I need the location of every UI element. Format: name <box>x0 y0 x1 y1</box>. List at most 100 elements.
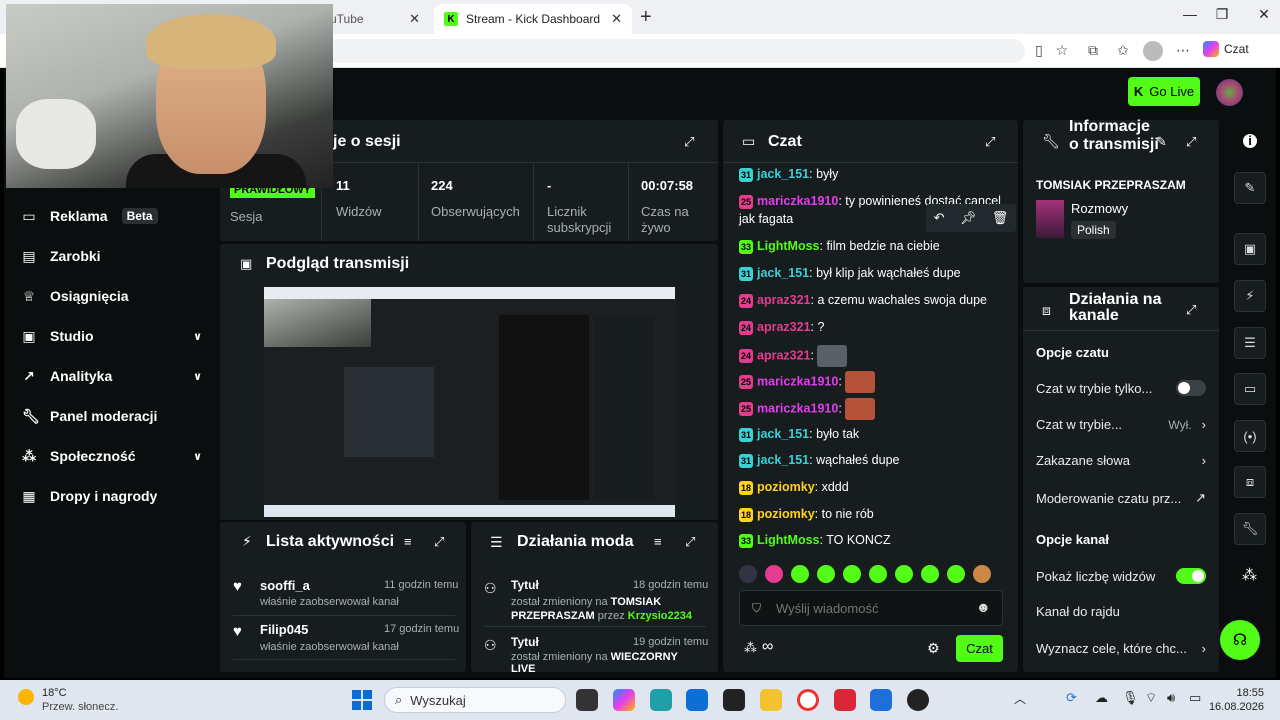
option-raid-channel[interactable]: Kanał do rajdu <box>1036 604 1206 619</box>
chat-send-button[interactable]: Czat <box>956 635 1003 662</box>
chat-username[interactable]: mariczka1910 <box>757 401 838 415</box>
chat-username[interactable]: apraz321 <box>757 293 811 307</box>
sidebar-item-studio[interactable]: ▣ Studio ∨ <box>22 326 202 346</box>
chat-username[interactable]: poziomky <box>757 507 815 521</box>
info-icon[interactable]: i <box>1243 134 1257 148</box>
rail-channel-icon[interactable]: ⧈ <box>1234 466 1266 498</box>
emoji-icon[interactable]: ☻ <box>976 599 991 615</box>
obs-icon[interactable] <box>907 689 929 711</box>
points-icon[interactable]: ⁂ <box>744 640 757 656</box>
sync-icon[interactable]: ⟳ <box>1066 690 1077 706</box>
option-chat-moderation[interactable]: Moderowanie czatu prz... ↗ <box>1036 490 1206 506</box>
volume-icon[interactable]: 🔊︎ <box>1167 690 1175 706</box>
cloud-icon[interactable]: ☁ <box>1095 690 1108 706</box>
filter-icon[interactable]: ≡ <box>404 534 412 549</box>
emote-icon[interactable] <box>765 565 783 583</box>
chat-message[interactable]: 24 apraz321: ? <box>739 318 1009 336</box>
chat-username[interactable]: poziomky <box>757 480 815 494</box>
copilot-app-icon[interactable] <box>613 689 635 711</box>
taskbar-search[interactable]: ⌕ Wyszukaj <box>384 687 566 713</box>
outlook-icon[interactable] <box>870 689 892 711</box>
toggle-off[interactable] <box>1176 380 1206 396</box>
chat-message[interactable]: 24 apraz321: a czemu wachales swoja dupe <box>739 291 1009 309</box>
popout-icon[interactable]: ⤢ <box>985 134 995 150</box>
store-icon[interactable] <box>686 689 708 711</box>
wps-icon[interactable] <box>834 689 856 711</box>
chat-message[interactable]: 18 poziomky: to nie rób <box>739 505 1009 523</box>
support-headset-icon[interactable]: ☊ <box>1220 620 1260 660</box>
emote-icon[interactable] <box>895 565 913 583</box>
chat-message[interactable]: 31 jack_151: było tak <box>739 425 1009 443</box>
folder-icon[interactable] <box>760 689 782 711</box>
option-slow-mode[interactable]: Czat w trybie... Wył. › <box>1036 417 1206 432</box>
emote-icon[interactable] <box>791 565 809 583</box>
rail-preview-icon[interactable]: ▣ <box>1234 233 1266 265</box>
opera-icon[interactable] <box>797 689 819 711</box>
reader-icon[interactable]: ▯ <box>1028 42 1050 59</box>
user-avatar[interactable] <box>1216 79 1243 106</box>
windows-start-icon[interactable] <box>352 690 372 710</box>
chat-message[interactable]: 31 jack_151: był klip jak wąchałeś dupe <box>739 264 1009 282</box>
emote-icon[interactable] <box>739 565 757 583</box>
chat-input-box[interactable]: ⛉ ☻ <box>739 590 1003 626</box>
emote-icon[interactable] <box>817 565 835 583</box>
rail-edit-icon[interactable]: ✎ <box>1234 172 1266 204</box>
chat-username[interactable]: jack_151 <box>757 427 809 441</box>
option-show-viewer-count[interactable]: Pokaż liczbę widzów <box>1036 568 1206 584</box>
chat-username[interactable]: apraz321 <box>757 320 811 334</box>
rail-lightning-icon[interactable]: ⚡︎ <box>1234 280 1266 312</box>
popout-icon[interactable]: ⤢ <box>434 534 444 550</box>
edit-icon[interactable]: ✎ <box>1156 134 1167 150</box>
clock-time[interactable]: 18:55 <box>1224 687 1264 699</box>
edge-icon[interactable] <box>650 689 672 711</box>
go-live-button[interactable]: K Go Live <box>1128 77 1200 106</box>
chat-message[interactable]: 25 mariczka1910: <box>739 371 1009 393</box>
wifi-icon[interactable]: ⌔ <box>1145 690 1157 706</box>
chat-username[interactable]: mariczka1910 <box>757 374 838 388</box>
chat-message[interactable]: 24 apraz321: <box>739 345 1009 367</box>
pin-icon[interactable]: 📌︎ <box>960 210 977 226</box>
more-menu-icon[interactable]: ⋯ <box>1172 42 1194 59</box>
sidebar-item-analityka[interactable]: ↗ Analityka ∨ <box>22 366 202 386</box>
chat-username[interactable]: jack_151 <box>757 453 809 467</box>
emote-icon[interactable] <box>869 565 887 583</box>
copilot-button[interactable]: Czat <box>1203 41 1249 57</box>
close-icon[interactable]: ✕ <box>409 11 420 27</box>
chat-input[interactable] <box>776 597 966 619</box>
chat-message[interactable]: 18 poziomky: xddd <box>739 478 1009 496</box>
rail-chat-icon[interactable]: ▭ <box>1234 373 1266 405</box>
option-followers-only[interactable]: Czat w trybie tylko... <box>1036 380 1206 396</box>
sidebar-item-spolecznosc[interactable]: ⁂ Społeczność ∨ <box>22 446 202 466</box>
chat-username[interactable]: jack_151 <box>757 266 809 280</box>
chat-message[interactable]: 33 LightMoss: film bedzie na ciebie <box>739 237 1009 255</box>
rail-list-icon[interactable]: ☰ <box>1234 327 1266 359</box>
emote-icon[interactable] <box>843 565 861 583</box>
points-icon[interactable]: ⁂ <box>1242 566 1257 584</box>
popout-icon[interactable]: ⤢ <box>1186 302 1196 318</box>
toggle-on[interactable] <box>1176 568 1206 584</box>
popout-icon[interactable]: ⤢ <box>685 534 695 550</box>
popout-icon[interactable]: ⤢ <box>684 134 694 150</box>
emote-icon[interactable] <box>947 565 965 583</box>
sidebar-item-panel-moderacji[interactable]: 🔧︎ Panel moderacji <box>22 406 202 426</box>
sidebar-item-reklama[interactable]: ▭ Reklama Beta <box>22 206 202 226</box>
rail-wrench-icon[interactable]: 🔧︎ <box>1234 513 1266 545</box>
emote-icon[interactable] <box>921 565 939 583</box>
window-close-icon[interactable]: ✕ <box>1249 6 1279 23</box>
stream-preview-video[interactable] <box>264 287 675 517</box>
chat-username[interactable]: mariczka1910 <box>757 194 838 208</box>
favorite-star-icon[interactable]: ☆ <box>1051 42 1073 59</box>
chat-username[interactable]: LightMoss <box>757 239 820 253</box>
chat-message[interactable]: 31 jack_151: były <box>739 165 1009 183</box>
trash-icon[interactable]: 🗑︎ <box>992 210 1009 226</box>
sidebar-item-osiagniecia[interactable]: ♕ Osiągnięcia <box>22 286 202 306</box>
tray-chevron-icon[interactable]: ︿ <box>1014 690 1026 707</box>
filter-icon[interactable]: ≡ <box>654 534 662 549</box>
extensions-icon[interactable]: ⧉ <box>1082 42 1104 59</box>
new-tab-icon[interactable]: + <box>640 6 652 29</box>
url-input[interactable] <box>325 39 1025 63</box>
maximize-icon[interactable]: ❐ <box>1207 6 1237 23</box>
sidebar-item-zarobki[interactable]: ▤ Zarobki <box>22 246 202 266</box>
browser-tab-kick[interactable]: K Stream - Kick Dashboard ✕ <box>434 4 632 34</box>
weather-desc[interactable]: Przew. słonecz. <box>42 701 118 713</box>
